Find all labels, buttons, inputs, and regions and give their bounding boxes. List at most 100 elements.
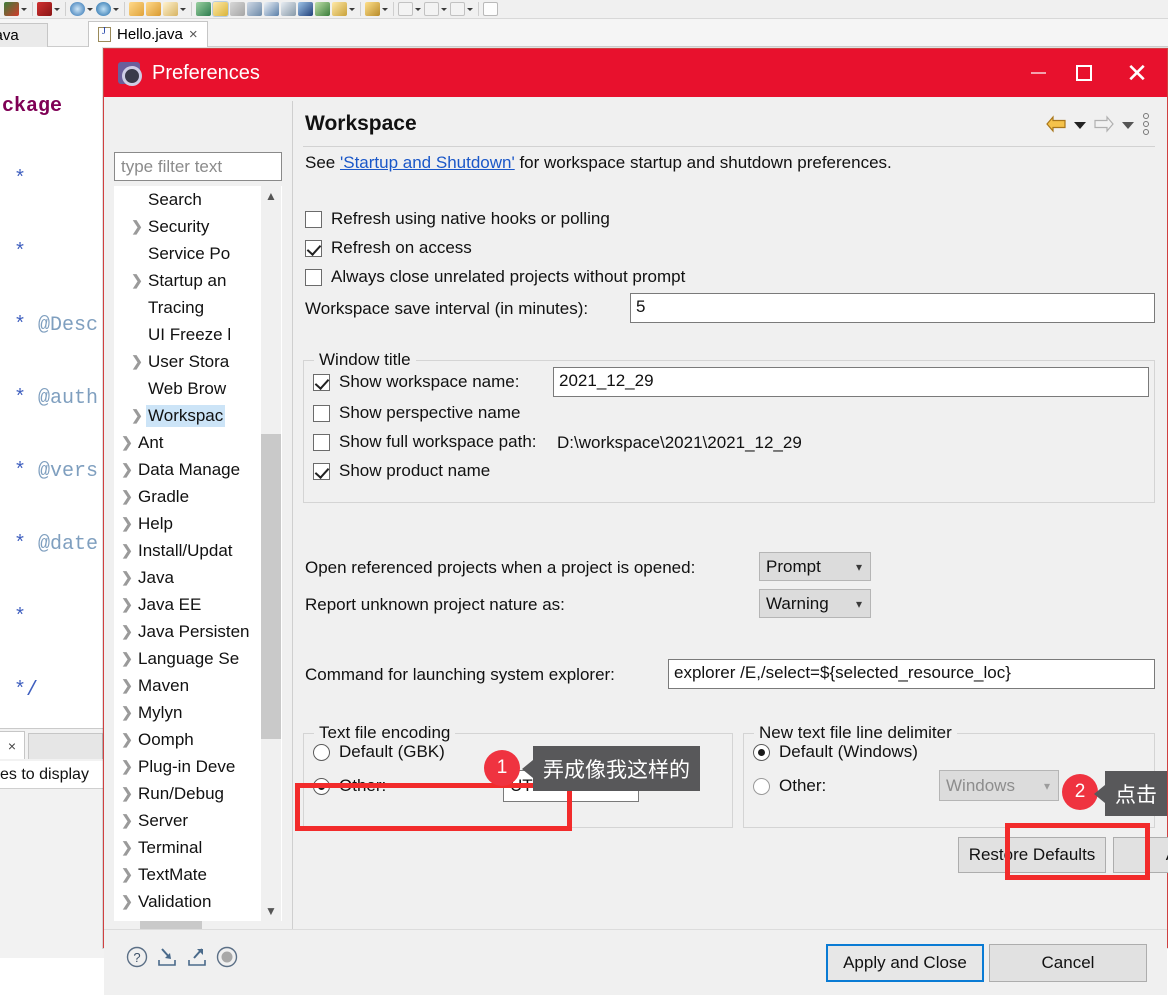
tree-item-web-brow[interactable]: Web Brow bbox=[114, 375, 266, 402]
close-button[interactable]: ✕ bbox=[1107, 49, 1167, 97]
checkbox-always-close-unrelated[interactable]: Always close unrelated projects without … bbox=[305, 267, 685, 287]
chevron-right-icon[interactable]: ❯ bbox=[118, 596, 136, 613]
scroll-up-icon[interactable]: ▲ bbox=[261, 186, 281, 206]
tree-item-language-se[interactable]: ❯Language Se bbox=[114, 645, 266, 672]
tree-item-help[interactable]: ❯Help bbox=[114, 510, 266, 537]
tree-item-tracing[interactable]: Tracing bbox=[114, 294, 266, 321]
tree-item-maven[interactable]: ❯Maven bbox=[114, 672, 266, 699]
tree-item-data-manage[interactable]: ❯Data Manage bbox=[114, 456, 266, 483]
apply-and-close-button[interactable]: Apply and Close bbox=[826, 944, 984, 982]
chevron-right-icon[interactable]: ❯ bbox=[118, 461, 136, 478]
toolbar-icon-list[interactable] bbox=[264, 2, 279, 16]
checkbox-box[interactable] bbox=[305, 240, 322, 257]
toolbar-icon-nav-1[interactable] bbox=[398, 2, 413, 16]
toolbar-icon-nav-3[interactable] bbox=[450, 2, 465, 16]
minimize-button[interactable] bbox=[1015, 49, 1061, 97]
scrollbar-thumb[interactable] bbox=[261, 434, 281, 739]
chevron-right-icon[interactable]: ❯ bbox=[118, 488, 136, 505]
toolbar-icon-globe[interactable] bbox=[96, 2, 111, 16]
tree-item-gradle[interactable]: ❯Gradle bbox=[114, 483, 266, 510]
chevron-right-icon[interactable]: ❯ bbox=[128, 353, 146, 370]
toolbar-icon-search[interactable] bbox=[332, 2, 347, 16]
chevron-right-icon[interactable]: ❯ bbox=[118, 812, 136, 829]
toolbar-icon-new[interactable] bbox=[4, 2, 19, 16]
editor-tab-hello-java[interactable]: Hello.java × bbox=[88, 21, 208, 47]
toolbar-icon-sort[interactable] bbox=[281, 2, 296, 16]
tree-item-java[interactable]: ❯Java bbox=[114, 564, 266, 591]
toolbar-icon-next-annotation[interactable] bbox=[315, 2, 330, 16]
cancel-button[interactable]: Cancel bbox=[989, 944, 1147, 982]
maximize-button[interactable] bbox=[1061, 49, 1107, 97]
radio-button[interactable] bbox=[313, 744, 330, 761]
tree-item-service-po[interactable]: Service Po bbox=[114, 240, 266, 267]
chevron-right-icon[interactable]: ❯ bbox=[118, 677, 136, 694]
toolbar-icon-validate[interactable] bbox=[298, 2, 313, 16]
editor-tab-inactive[interactable]: orld.java bbox=[0, 23, 48, 47]
toolbar-dropdown-web[interactable] bbox=[87, 2, 94, 16]
toolbar-dropdown-nav-1[interactable] bbox=[415, 2, 422, 16]
chevron-right-icon[interactable]: ❯ bbox=[128, 218, 146, 235]
tree-item-startup-an[interactable]: ❯Startup an bbox=[114, 267, 266, 294]
tree-item-oomph[interactable]: ❯Oomph bbox=[114, 726, 266, 753]
view-tab-inactive[interactable] bbox=[28, 733, 103, 759]
view-tab-active[interactable]: × bbox=[0, 731, 25, 759]
radio-delimiter-other[interactable]: Other: bbox=[753, 776, 826, 796]
radio-button[interactable] bbox=[753, 744, 770, 761]
toolbar-icon-save[interactable] bbox=[37, 2, 52, 16]
back-arrow-icon[interactable] bbox=[1045, 115, 1067, 133]
toolbar-icon-debug[interactable] bbox=[196, 2, 211, 16]
chevron-right-icon[interactable]: ❯ bbox=[118, 866, 136, 883]
explorer-command-input[interactable]: explorer /E,/select=${selected_resource_… bbox=[668, 659, 1155, 689]
toolbar-dropdown-new[interactable] bbox=[21, 2, 28, 16]
toolbar-dropdown-search[interactable] bbox=[349, 2, 356, 16]
checkbox-box[interactable] bbox=[305, 269, 322, 286]
chevron-right-icon[interactable]: ❯ bbox=[118, 839, 136, 856]
tree-item-plug-in-deve[interactable]: ❯Plug-in Deve bbox=[114, 753, 266, 780]
dialog-title-bar[interactable]: Preferences ✕ bbox=[104, 49, 1167, 97]
checkbox-show-product-name[interactable]: Show product name bbox=[313, 461, 490, 481]
tree-item-textmate[interactable]: ❯TextMate bbox=[114, 861, 266, 888]
toolbar-icon-folder-open[interactable] bbox=[129, 2, 144, 16]
checkbox-show-workspace-name[interactable]: Show workspace name: bbox=[313, 372, 519, 392]
tree-item-workspac[interactable]: ❯Workspac bbox=[114, 402, 266, 429]
radio-encoding-default[interactable]: Default (GBK) bbox=[313, 742, 445, 762]
help-icon[interactable]: ? bbox=[126, 946, 148, 968]
tree-item-ui-freeze-l[interactable]: UI Freeze l bbox=[114, 321, 266, 348]
toolbar-icon-file[interactable] bbox=[163, 2, 178, 16]
toolbar-icon-external-tools[interactable] bbox=[247, 2, 262, 16]
record-icon[interactable] bbox=[216, 946, 238, 968]
toolbar-dropdown-nav-2[interactable] bbox=[441, 2, 448, 16]
tree-item-mylyn[interactable]: ❯Mylyn bbox=[114, 699, 266, 726]
chevron-right-icon[interactable]: ❯ bbox=[118, 623, 136, 640]
open-referenced-combo[interactable]: Prompt ▾ bbox=[759, 552, 871, 581]
workspace-name-input[interactable]: 2021_12_29 bbox=[553, 367, 1149, 397]
checkbox-show-full-workspace-path[interactable]: Show full workspace path: bbox=[313, 432, 537, 452]
chevron-right-icon[interactable]: ❯ bbox=[118, 434, 136, 451]
import-icon[interactable] bbox=[156, 946, 178, 968]
tree-item-run-debug[interactable]: ❯Run/Debug bbox=[114, 780, 266, 807]
tree-item-user-stora[interactable]: ❯User Stora bbox=[114, 348, 266, 375]
scroll-down-icon[interactable]: ▼ bbox=[261, 901, 281, 921]
tree-item-security[interactable]: ❯Security bbox=[114, 213, 266, 240]
startup-shutdown-link[interactable]: 'Startup and Shutdown' bbox=[340, 153, 515, 172]
tree-item-terminal[interactable]: ❯Terminal bbox=[114, 834, 266, 861]
chevron-right-icon[interactable]: ❯ bbox=[118, 569, 136, 586]
tree-item-java-persisten[interactable]: ❯Java Persisten bbox=[114, 618, 266, 645]
toolbar-icon-folder[interactable] bbox=[146, 2, 161, 16]
tree-item-search[interactable]: Search bbox=[114, 186, 266, 213]
radio-delimiter-default[interactable]: Default (Windows) bbox=[753, 742, 918, 762]
report-nature-combo[interactable]: Warning ▾ bbox=[759, 589, 871, 618]
tree-item-validation[interactable]: ❯Validation bbox=[114, 888, 266, 915]
toolbar-dropdown-save[interactable] bbox=[54, 2, 61, 16]
chevron-down-icon[interactable]: ▾ bbox=[848, 553, 870, 580]
chevron-right-icon[interactable]: ❯ bbox=[118, 785, 136, 802]
tree-item-java-ee[interactable]: ❯Java EE bbox=[114, 591, 266, 618]
tree-item-server[interactable]: ❯Server bbox=[114, 807, 266, 834]
checkbox-box[interactable] bbox=[313, 374, 330, 391]
checkbox-refresh-on-access[interactable]: Refresh on access bbox=[305, 238, 472, 258]
chevron-right-icon[interactable]: ❯ bbox=[118, 704, 136, 721]
view-menu-icon[interactable] bbox=[1141, 113, 1151, 135]
export-icon[interactable] bbox=[186, 946, 208, 968]
checkbox-box[interactable] bbox=[313, 463, 330, 480]
checkbox-box[interactable] bbox=[305, 211, 322, 228]
